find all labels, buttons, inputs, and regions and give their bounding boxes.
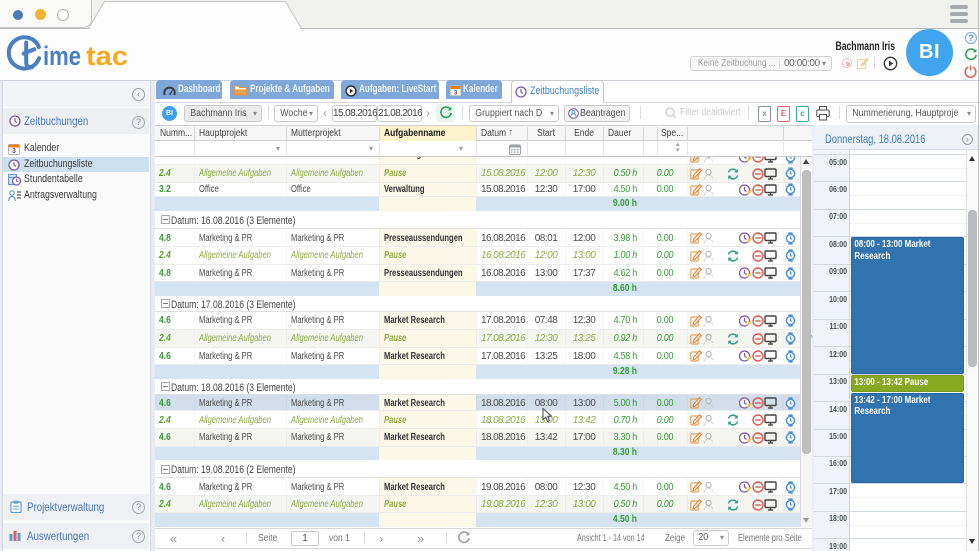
svg-text:3: 3: [12, 148, 16, 155]
svg-text:tac: tac: [86, 41, 128, 71]
svg-text:ime: ime: [43, 41, 81, 71]
svg-text:3: 3: [454, 89, 458, 96]
